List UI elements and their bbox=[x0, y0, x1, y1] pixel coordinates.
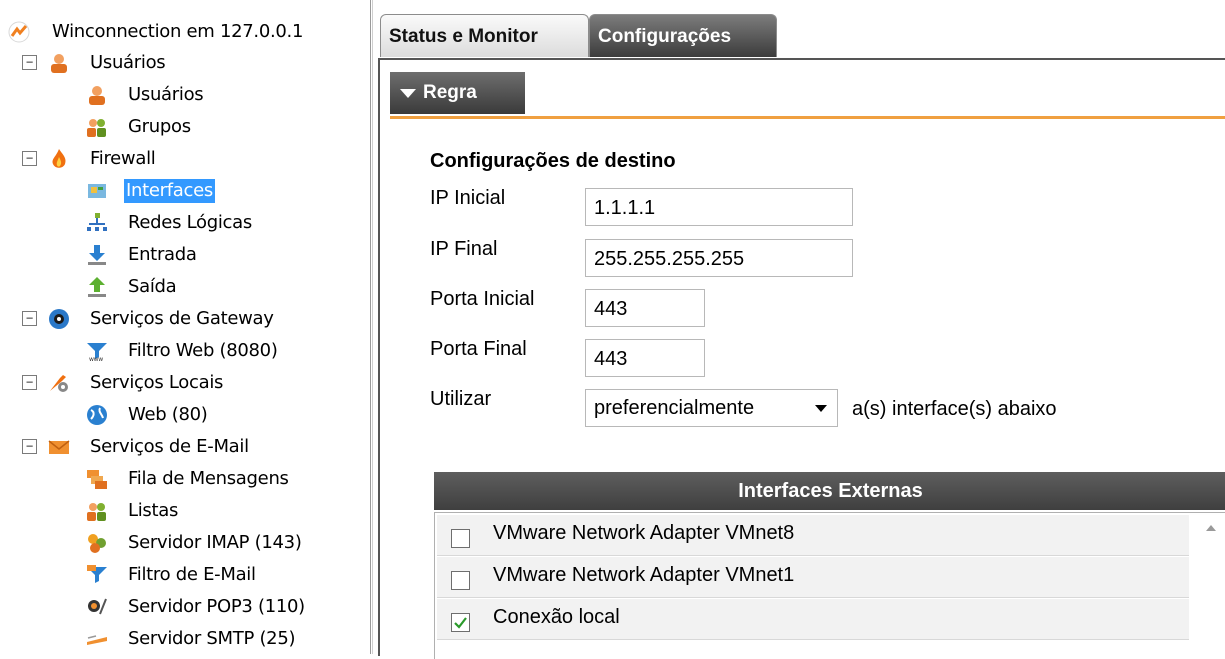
tree-item-label: Servidor IMAP (143) bbox=[128, 532, 302, 553]
tree-item-label: Firewall bbox=[90, 148, 156, 169]
ip-final-label: IP Final bbox=[430, 238, 498, 260]
dropdown-arrow-icon bbox=[815, 405, 827, 412]
porta-final-field[interactable]: 443 bbox=[585, 339, 705, 377]
tree-item-label: Fila de Mensagens bbox=[128, 468, 289, 489]
section-title: Regra bbox=[423, 82, 477, 103]
expander-locais[interactable]: − bbox=[22, 375, 37, 390]
interface-row[interactable]: VMware Network Adapter VMnet8 bbox=[437, 515, 1189, 556]
tree-root-label: Winconnection em 127.0.0.1 bbox=[52, 21, 304, 42]
panel-divider[interactable] bbox=[372, 0, 373, 654]
utilizar-label: Utilizar bbox=[430, 388, 492, 410]
pop3-server-icon bbox=[88, 598, 107, 615]
tree-item-label: Entrada bbox=[128, 244, 197, 265]
message-queue-icon bbox=[87, 470, 107, 489]
tree-item-label: Redes Lógicas bbox=[128, 212, 252, 233]
ip-final-field[interactable]: 255.255.255.255 bbox=[585, 239, 853, 277]
interface-row[interactable]: VMware Network Adapter VMnet1 bbox=[437, 557, 1189, 598]
tree-item-label: Servidor POP3 (110) bbox=[128, 596, 305, 617]
funnel-www-icon: www bbox=[87, 343, 107, 362]
upload-arrow-icon bbox=[88, 277, 106, 297]
porta-inicial-label: Porta Inicial bbox=[430, 288, 535, 310]
navigation-tree: Winconnection em 127.0.0.1 − Usuários Us… bbox=[0, 0, 371, 654]
tree-item-label: Usuários bbox=[128, 84, 204, 105]
winconnection-logo-icon bbox=[8, 21, 30, 43]
utilizar-suffix: a(s) interface(s) abaixo bbox=[852, 398, 1057, 420]
interface-checkbox[interactable] bbox=[451, 529, 470, 548]
tools-icon bbox=[50, 375, 68, 392]
tab-configuracoes[interactable]: Configurações bbox=[589, 14, 777, 57]
utilizar-select-value: preferencialmente bbox=[594, 397, 755, 419]
envelope-icon bbox=[48, 440, 70, 454]
tree-item-label: Serviços de Gateway bbox=[90, 308, 274, 329]
globe-gateway-icon bbox=[49, 309, 69, 329]
download-arrow-icon bbox=[88, 245, 106, 265]
interfaces-list: VMware Network Adapter VMnet8 VMware Net… bbox=[434, 512, 1225, 659]
interface-checkbox[interactable] bbox=[451, 571, 470, 590]
porta-inicial-field[interactable]: 443 bbox=[585, 289, 705, 327]
tree-item-label: Servidor SMTP (25) bbox=[128, 628, 296, 649]
fire-icon bbox=[52, 149, 66, 168]
interface-checkbox-checked[interactable] bbox=[451, 613, 470, 632]
scroll-up-arrow-icon[interactable] bbox=[1206, 525, 1216, 531]
section-toggle-regra[interactable]: Regra bbox=[390, 72, 525, 114]
network-card-icon bbox=[88, 184, 106, 198]
interface-name: VMware Network Adapter VMnet8 bbox=[493, 522, 795, 544]
ip-inicial-label: IP Inicial bbox=[430, 187, 506, 209]
imap-server-icon bbox=[88, 534, 106, 553]
network-tree-icon bbox=[87, 213, 107, 231]
expander-firewall[interactable]: − bbox=[22, 151, 37, 166]
tree-item-label: Filtro de E-Mail bbox=[128, 564, 256, 585]
tree-item-label-selected: Interfaces bbox=[124, 179, 215, 203]
group-icon bbox=[87, 503, 106, 521]
checkmark-icon bbox=[454, 617, 467, 629]
expander-gateway[interactable]: − bbox=[22, 311, 37, 326]
tree-item-label: Filtro Web (8080) bbox=[128, 340, 278, 361]
expander-email[interactable]: − bbox=[22, 439, 37, 454]
mail-filter-icon bbox=[87, 565, 107, 583]
tree-item-label: Serviços de E-Mail bbox=[90, 436, 249, 457]
utilizar-select[interactable]: preferencialmente bbox=[585, 389, 838, 427]
tab-status-monitor[interactable]: Status e Monitor bbox=[380, 14, 589, 57]
globe-icon bbox=[87, 405, 107, 425]
svg-text:www: www bbox=[89, 356, 103, 362]
collapse-triangle-icon bbox=[400, 89, 416, 98]
smtp-server-icon bbox=[87, 635, 107, 645]
interface-name: Conexão local bbox=[493, 606, 620, 628]
section-underline bbox=[390, 116, 1225, 119]
expander-usuarios[interactable]: − bbox=[22, 55, 37, 70]
user-icon bbox=[51, 54, 67, 73]
tree-item-label: Serviços Locais bbox=[90, 372, 224, 393]
tree-item-label: Usuários bbox=[90, 52, 166, 73]
porta-final-label: Porta Final bbox=[430, 338, 527, 360]
interface-name: VMware Network Adapter VMnet1 bbox=[493, 564, 795, 586]
settings-panel: Regra Configurações de destino IP Inicia… bbox=[378, 58, 1225, 659]
tree-item-label: Listas bbox=[128, 500, 179, 521]
tree-item-label: Web (80) bbox=[128, 404, 208, 425]
ip-inicial-field[interactable]: 1.1.1.1 bbox=[585, 188, 853, 226]
interfaces-header: Interfaces Externas bbox=[434, 472, 1225, 510]
form-title: Configurações de destino bbox=[430, 150, 676, 172]
user-icon bbox=[89, 86, 105, 105]
tree-item-label: Grupos bbox=[128, 116, 191, 137]
group-icon bbox=[87, 119, 106, 137]
interface-row[interactable]: Conexão local bbox=[437, 599, 1189, 640]
tree-item-label: Saída bbox=[128, 276, 177, 297]
